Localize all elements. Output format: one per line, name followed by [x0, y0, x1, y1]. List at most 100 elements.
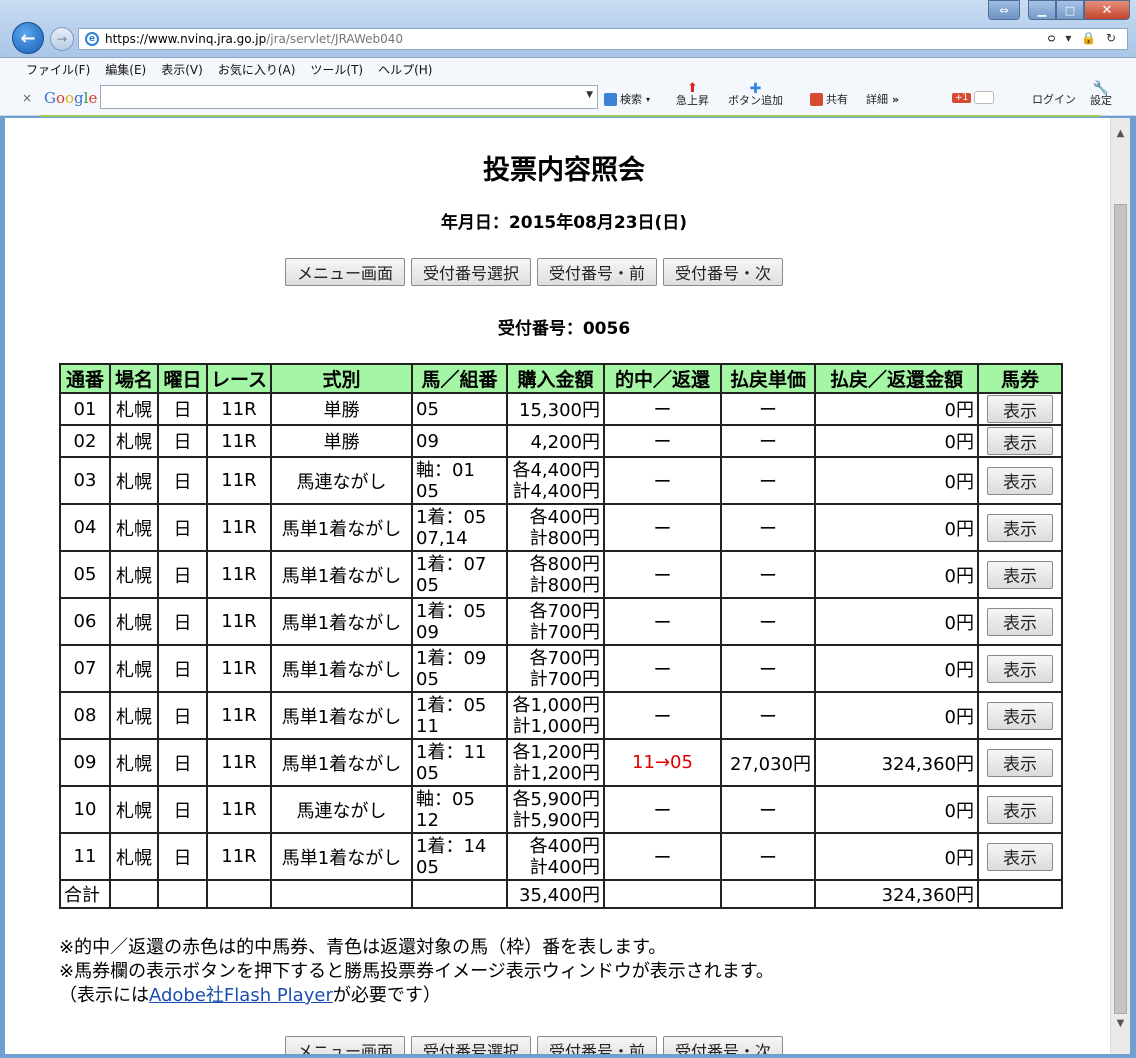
receipt-number: 受付番号：0056 — [497, 319, 631, 339]
note-line-3-suffix: が必要です） — [332, 985, 441, 1006]
back-arrow-icon: ← — [20, 27, 36, 49]
share-button[interactable]: 共有 — [810, 91, 848, 107]
receipt-next-button-bottom[interactable]: 受付番号・次 — [663, 1036, 784, 1054]
cell-payout-amount: 0円 — [814, 597, 979, 646]
total-empty-cell — [977, 879, 1063, 909]
vertical-scrollbar[interactable]: ▲ ▼ — [1110, 118, 1130, 1054]
header-bet-type: 式別 — [270, 363, 413, 394]
flash-player-link[interactable]: Adobe社Flash Player — [149, 985, 333, 1006]
cell-day: 日 — [157, 785, 208, 834]
cell-hit-refund: ー — [603, 503, 722, 552]
show-ticket-button[interactable]: 表示 — [987, 842, 1053, 871]
cell-purchase-amount-line-2: 計700円 — [529, 621, 600, 643]
google-logo: Google — [44, 89, 98, 107]
menu-item[interactable]: ツール(T) — [310, 61, 363, 78]
notes: ※的中／返還の赤色は的中馬券、青色は返還対象の馬（枠）番を表します。 ※馬券欄の… — [59, 936, 774, 1008]
scroll-down-icon[interactable]: ▼ — [1114, 1018, 1127, 1029]
google-search-input[interactable]: ▼ — [100, 85, 598, 109]
cell-serial: 01 — [59, 392, 111, 426]
receipt-next-button[interactable]: 受付番号・次 — [663, 258, 784, 286]
cell-horse-number: 09 — [411, 424, 508, 458]
window-left-edge — [0, 118, 18, 1058]
cell-hit-refund: ー — [603, 832, 722, 881]
total-empty-cell — [720, 879, 816, 909]
add-button-label: ボタン追加 — [728, 94, 783, 107]
cell-hit-refund: ー — [603, 785, 722, 834]
cell-serial: 10 — [59, 785, 111, 834]
cell-horse-number-line-1: 1着：05 — [416, 694, 487, 716]
receipt-select-button-bottom[interactable]: 受付番号選択 — [411, 1036, 532, 1054]
cell-serial: 07 — [59, 644, 111, 693]
menu-item[interactable]: ヘルプ(H) — [378, 61, 432, 78]
scroll-up-icon[interactable]: ▲ — [1114, 128, 1127, 139]
cell-race: 11R — [206, 597, 272, 646]
forward-button[interactable]: → — [50, 27, 74, 51]
add-button[interactable]: ✚ ボタン追加 — [728, 82, 783, 107]
cell-purchase-amount: 4,200円 — [506, 424, 605, 458]
cell-purchase-amount-line-2: 計1,000円 — [512, 715, 600, 737]
cell-horse-number: 1着：14 05 — [411, 832, 508, 881]
rising-button[interactable]: ⬆ 急上昇 — [676, 82, 709, 107]
search-button[interactable]: 検索 ▾ — [604, 91, 650, 107]
cell-race: 11R — [206, 550, 272, 599]
total-empty-cell — [206, 879, 272, 909]
close-button[interactable]: ✕ — [1084, 0, 1130, 20]
menu-item[interactable]: お気に入り(A) — [218, 61, 296, 78]
show-ticket-button[interactable]: 表示 — [987, 654, 1053, 683]
maximize-button[interactable]: □ — [1056, 0, 1084, 20]
table-row: 05 札幌日 11R 馬単1着ながし 1着：07 05 各800円 計800円ーー 0円 表示 — [59, 550, 1063, 599]
menu-screen-button-bottom[interactable]: メニュー画面 — [285, 1036, 406, 1054]
login-button[interactable]: ログイン — [1032, 91, 1076, 107]
menu-item[interactable]: ファイル(F) — [26, 61, 90, 78]
more-icon: » — [892, 92, 900, 106]
cell-purchase-amount: 各700円 計700円 — [506, 597, 605, 646]
cell-ticket: 表示 — [977, 597, 1063, 646]
gplus-share-icon — [810, 92, 823, 106]
cell-payout-amount: 0円 — [814, 550, 979, 599]
minimize-button[interactable]: ▁ — [1028, 0, 1056, 20]
cell-bet-type: 馬単1着ながし — [270, 738, 413, 787]
cell-unit-payout: ー — [720, 597, 816, 646]
close-toolbar-icon[interactable]: × — [22, 91, 32, 105]
menu-item[interactable]: 編集(E) — [105, 61, 146, 78]
note-line-3: （表示にはAdobe社Flash Playerが必要です） — [59, 984, 774, 1008]
receipt-prev-button[interactable]: 受付番号・前 — [537, 258, 658, 286]
restore-icon[interactable]: ⇔ — [988, 0, 1020, 20]
back-button[interactable]: ← — [12, 22, 44, 54]
show-ticket-button[interactable]: 表示 — [987, 427, 1053, 455]
address-bar[interactable]: e https://www.nvinq.jra.go.jp/jra/servle… — [78, 28, 1128, 50]
header-payout-amount: 払戻／返還金額 — [814, 363, 979, 394]
show-ticket-button[interactable]: 表示 — [987, 395, 1053, 423]
total-empty-cell — [270, 879, 413, 909]
settings-button[interactable]: 🔧 設定 — [1090, 82, 1112, 107]
show-ticket-button[interactable]: 表示 — [987, 513, 1053, 542]
show-ticket-button[interactable]: 表示 — [987, 701, 1053, 730]
address-tools-icons[interactable]: ᴑ ▾ 🔒 ↻ — [1047, 31, 1119, 45]
detail-button[interactable]: 詳細 » — [866, 91, 899, 107]
total-empty-cell — [109, 879, 159, 909]
cell-payout-amount: 0円 — [814, 392, 979, 426]
header-ticket: 馬券 — [977, 363, 1063, 394]
receipt-select-button[interactable]: 受付番号選択 — [411, 258, 532, 286]
show-ticket-button[interactable]: 表示 — [987, 607, 1053, 636]
total-empty-cell — [157, 879, 208, 909]
scrollbar-thumb[interactable] — [1114, 204, 1127, 1014]
cell-bet-type: 馬連ながし — [270, 456, 413, 505]
cell-hit-refund: 11→05 — [603, 738, 722, 787]
menu-item[interactable]: 表示(V) — [161, 61, 203, 78]
cell-unit-payout: ー — [720, 392, 816, 426]
show-ticket-button[interactable]: 表示 — [987, 466, 1053, 495]
show-ticket-button[interactable]: 表示 — [987, 795, 1053, 824]
forward-arrow-icon: → — [56, 32, 68, 46]
cell-venue: 札幌 — [109, 456, 159, 505]
cell-hit-refund: ー — [603, 691, 722, 740]
cell-unit-payout: ー — [720, 644, 816, 693]
google-toolbar: × Google ▼ 検索 ▾ ⬆ 急上昇 ✚ ボタン追加 共有 詳細 » +1 … — [0, 80, 1136, 116]
receipt-prev-button-bottom[interactable]: 受付番号・前 — [537, 1036, 658, 1054]
show-ticket-button[interactable]: 表示 — [987, 560, 1053, 589]
show-ticket-button[interactable]: 表示 — [987, 748, 1053, 777]
dropdown-arrow-icon[interactable]: ▼ — [586, 90, 593, 100]
menu-screen-button[interactable]: メニュー画面 — [285, 258, 406, 286]
cell-day: 日 — [157, 832, 208, 881]
gplus-one-button[interactable]: +1 — [952, 91, 995, 104]
